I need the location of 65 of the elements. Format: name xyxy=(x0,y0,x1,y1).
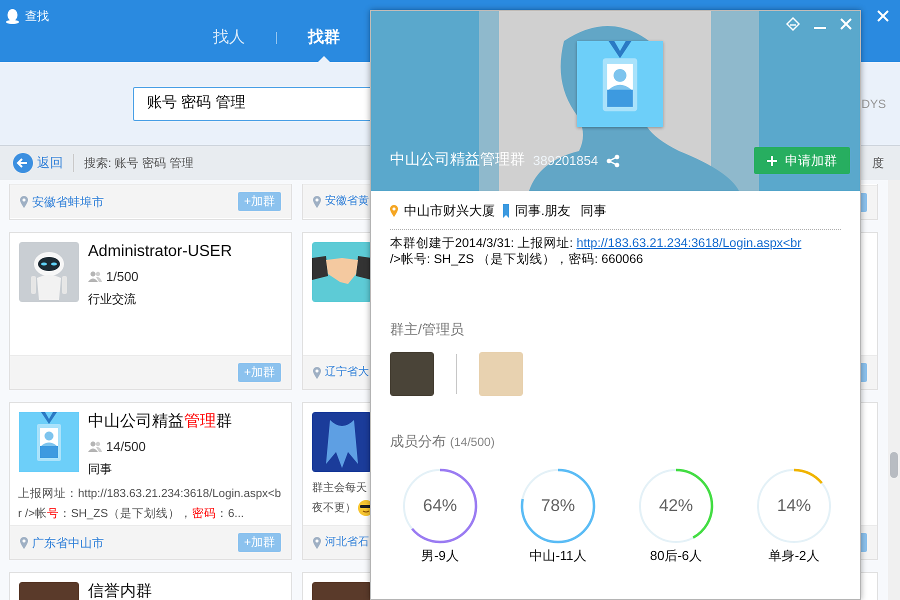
plus-icon xyxy=(767,156,777,166)
group-tag: 同事 xyxy=(580,201,607,220)
tab[interactable]: 找人 xyxy=(213,26,245,62)
back-button[interactable]: 返回 xyxy=(13,153,63,173)
location-pin-icon xyxy=(390,204,398,217)
group-description: 群主会每天 xyxy=(312,480,367,496)
group-tag: 同事 xyxy=(88,460,232,478)
location-pin-icon xyxy=(313,366,321,378)
apply-join-button[interactable]: 申请加群 xyxy=(754,147,850,174)
group-card[interactable]: 中山公司精益管理群 14/500 同事 上报网址：http://183.63.21.234:3618/Login.aspx<br />帐号：SH_ZS（是下划线），密码：6... 广东省中山市 +加群 xyxy=(9,402,292,560)
id-badge-avatar xyxy=(19,412,79,472)
location-text: 辽宁省大 xyxy=(325,364,369,380)
search-query-text: 搜索: 账号 密码 管理 xyxy=(84,155,194,172)
group-description: 夜不更） xyxy=(312,500,356,516)
location-text: 广东省中山市 xyxy=(32,534,104,552)
group-name: 信誉内群 xyxy=(88,582,152,600)
scrollbar-thumb[interactable] xyxy=(890,452,898,478)
location-text: 安徽省蚌埠市 xyxy=(32,194,104,210)
robot-avatar xyxy=(19,242,79,302)
window-title: 查找 xyxy=(25,8,49,25)
distribution-label: 中山-11人 xyxy=(530,546,586,564)
penguin-icon xyxy=(6,8,19,24)
partial-text: DYS xyxy=(861,96,886,112)
location-pin-icon xyxy=(313,536,321,548)
member-count: 14/500 xyxy=(106,438,146,456)
member-count: (14/500) xyxy=(450,434,495,450)
distribution-label: 男-9人 xyxy=(421,546,459,564)
picture-placeholder xyxy=(312,412,372,472)
group-card[interactable]: Administrator-USER 1/500 行业交流 +加群 xyxy=(9,232,292,390)
category-text: 同事.朋友 xyxy=(515,202,571,220)
join-group-button[interactable]: +加群 xyxy=(238,533,281,552)
group-name: 中山公司精益管理群 xyxy=(88,412,232,432)
member-count: 1/500 xyxy=(106,268,139,286)
distribution-label: 单身-2人 xyxy=(768,546,820,564)
group-card[interactable]: 安徽省蚌埠市 +加群 xyxy=(9,184,292,220)
people-icon xyxy=(88,441,102,452)
share-icon[interactable] xyxy=(606,154,620,168)
people-icon xyxy=(88,271,102,282)
description-link[interactable]: http://183.63.21.234:3618/Login.aspx<br xyxy=(576,236,802,250)
location-pin-icon xyxy=(20,196,28,208)
percent-text: 14% xyxy=(776,494,812,517)
location-text: 河北省石 xyxy=(325,535,369,550)
distribution-label: 80后-6人 xyxy=(650,546,702,564)
join-group-button[interactable]: +加群 xyxy=(238,363,281,382)
close-icon[interactable] xyxy=(877,10,889,22)
group-description: 上报网址：http://183.63.21.234:3618/Login.aspx<br />帐号：SH_ZS（是下划线），密码：6... xyxy=(18,486,282,522)
group-card[interactable]: 信誉内群 xyxy=(9,572,292,600)
partial-text: 度 xyxy=(872,155,884,172)
group-name: Administrator-USER xyxy=(88,242,232,262)
group-tag: 行业交流 xyxy=(88,290,232,308)
join-group-button[interactable]: +加群 xyxy=(238,192,281,211)
percent-text: 78% xyxy=(540,494,576,517)
location-text: 中山市财兴大厦 xyxy=(404,202,495,220)
bookmark-icon xyxy=(503,204,509,218)
section-title: 群主/管理员 xyxy=(390,320,465,338)
location-pin-icon xyxy=(20,536,28,548)
percent-text: 64% xyxy=(422,494,458,517)
diamond-icon[interactable] xyxy=(786,17,800,31)
section-title: 成员分布 xyxy=(390,432,446,450)
handshake-image xyxy=(312,242,372,302)
percent-text: 42% xyxy=(658,494,694,517)
group-description: 本群创建于2014/3/31: 上报网址: http://183.63.21.234:3618/Login.aspx<br />帐号: SH_ZS （是下划线），密码: 660066 xyxy=(390,234,802,266)
close-icon[interactable] xyxy=(840,18,852,30)
location-text: 安徽省黄 xyxy=(325,194,369,210)
location-pin-icon xyxy=(313,196,321,208)
